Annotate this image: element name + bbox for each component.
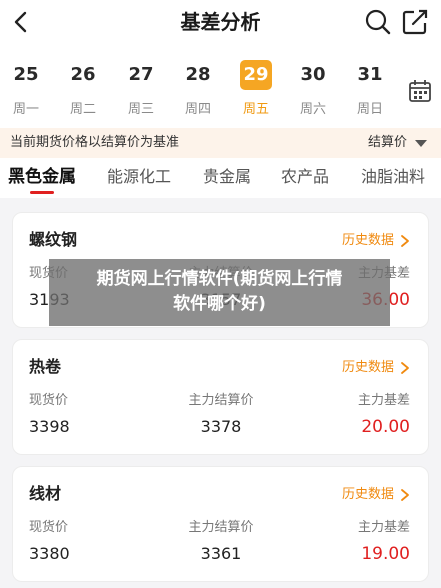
tab-agricultural[interactable]: 农产品 (281, 166, 329, 188)
caret-down-icon[interactable] (415, 140, 427, 147)
search-icon[interactable] (364, 8, 392, 36)
date-item[interactable]: 30 周六 (288, 60, 338, 117)
commodity-card[interactable]: 热卷 历史数据 现货价 主力结算价 主力基差 3398 3378 20.00 (12, 339, 429, 455)
commodity-name: 热卷 (29, 357, 62, 376)
date-item-selected[interactable]: 29 周五 (231, 60, 281, 117)
tab-energy-chemicals[interactable]: 能源化工 (107, 166, 171, 188)
commodity-name: 线材 (29, 484, 62, 503)
share-edit-icon[interactable] (401, 8, 429, 36)
spot-price-label: 现货价 (29, 520, 69, 535)
date-day: 28 (185, 64, 211, 85)
settlement-price-label: 主力结算价 (188, 393, 254, 408)
tab-precious-metals[interactable]: 贵金属 (203, 166, 251, 188)
date-item[interactable]: 27 周三 (116, 60, 166, 117)
commodity-name: 螺纹钢 (29, 230, 78, 249)
date-weekday: 周六 (299, 102, 326, 117)
settlement-price-label: 主力结算价 (188, 520, 254, 535)
chevron-right-icon[interactable] (398, 360, 412, 376)
history-data-link[interactable]: 历史数据 (342, 232, 394, 250)
date-selector: 25 周一 26 周二 27 周三 28 周四 29 周五 30 周六 31 周… (0, 46, 441, 128)
overlay-caption-line2: 软件哪个好) (173, 294, 266, 314)
price-basis-notice: 当前期货价格以结算价为基准 结算价 (0, 128, 441, 158)
date-day: 31 (357, 64, 383, 85)
commodity-card[interactable]: 线材 历史数据 现货价 主力结算价 主力基差 3380 3361 19.00 (12, 466, 429, 582)
date-item[interactable]: 28 周四 (173, 60, 223, 117)
history-data-link[interactable]: 历史数据 (342, 359, 394, 377)
date-day: 29 (240, 60, 272, 90)
app-header: 基差分析 (0, 0, 441, 46)
date-item[interactable]: 31 周日 (345, 60, 395, 117)
calendar-icon[interactable] (407, 78, 433, 104)
category-tabs: 黑色金属 能源化工 贵金属 农产品 油脂油料 (0, 158, 441, 198)
active-tab-indicator (30, 191, 54, 194)
spot-price-label: 现货价 (29, 393, 69, 408)
date-weekday: 周日 (356, 102, 383, 117)
settlement-price-value: 3361 (200, 544, 242, 563)
basis-value: 20.00 (361, 417, 410, 437)
date-day: 25 (13, 64, 39, 85)
chevron-right-icon[interactable] (398, 233, 412, 249)
basis-label: 主力基差 (357, 520, 410, 535)
date-weekday: 周二 (69, 102, 96, 117)
sort-dropdown[interactable]: 结算价 (368, 134, 407, 152)
spot-price-value: 3380 (29, 544, 70, 563)
chevron-right-icon[interactable] (398, 487, 412, 503)
spot-price-value: 3398 (29, 417, 70, 436)
overlay-caption-line1: 期货网上行情软件(期货网上行情 (96, 269, 343, 289)
date-weekday: 周三 (127, 102, 154, 117)
date-weekday: 周四 (184, 102, 211, 117)
date-item[interactable]: 26 周二 (58, 60, 108, 117)
date-day: 26 (70, 64, 96, 85)
date-day: 27 (128, 64, 154, 85)
basis-value: 19.00 (361, 544, 410, 564)
date-weekday: 周五 (242, 102, 269, 117)
date-weekday: 周一 (12, 102, 39, 117)
tab-ferrous-metals[interactable]: 黑色金属 (8, 166, 76, 188)
date-day: 30 (300, 64, 326, 85)
history-data-link[interactable]: 历史数据 (342, 486, 394, 504)
date-item[interactable]: 25 周一 (1, 60, 51, 117)
settlement-price-value: 3378 (200, 417, 242, 436)
notice-text: 当前期货价格以结算价为基准 (10, 135, 180, 150)
overlay-caption: 期货网上行情软件(期货网上行情 软件哪个好) (49, 259, 390, 326)
tab-oils-oilseeds[interactable]: 油脂油料 (361, 166, 425, 188)
basis-label: 主力基差 (357, 393, 410, 408)
